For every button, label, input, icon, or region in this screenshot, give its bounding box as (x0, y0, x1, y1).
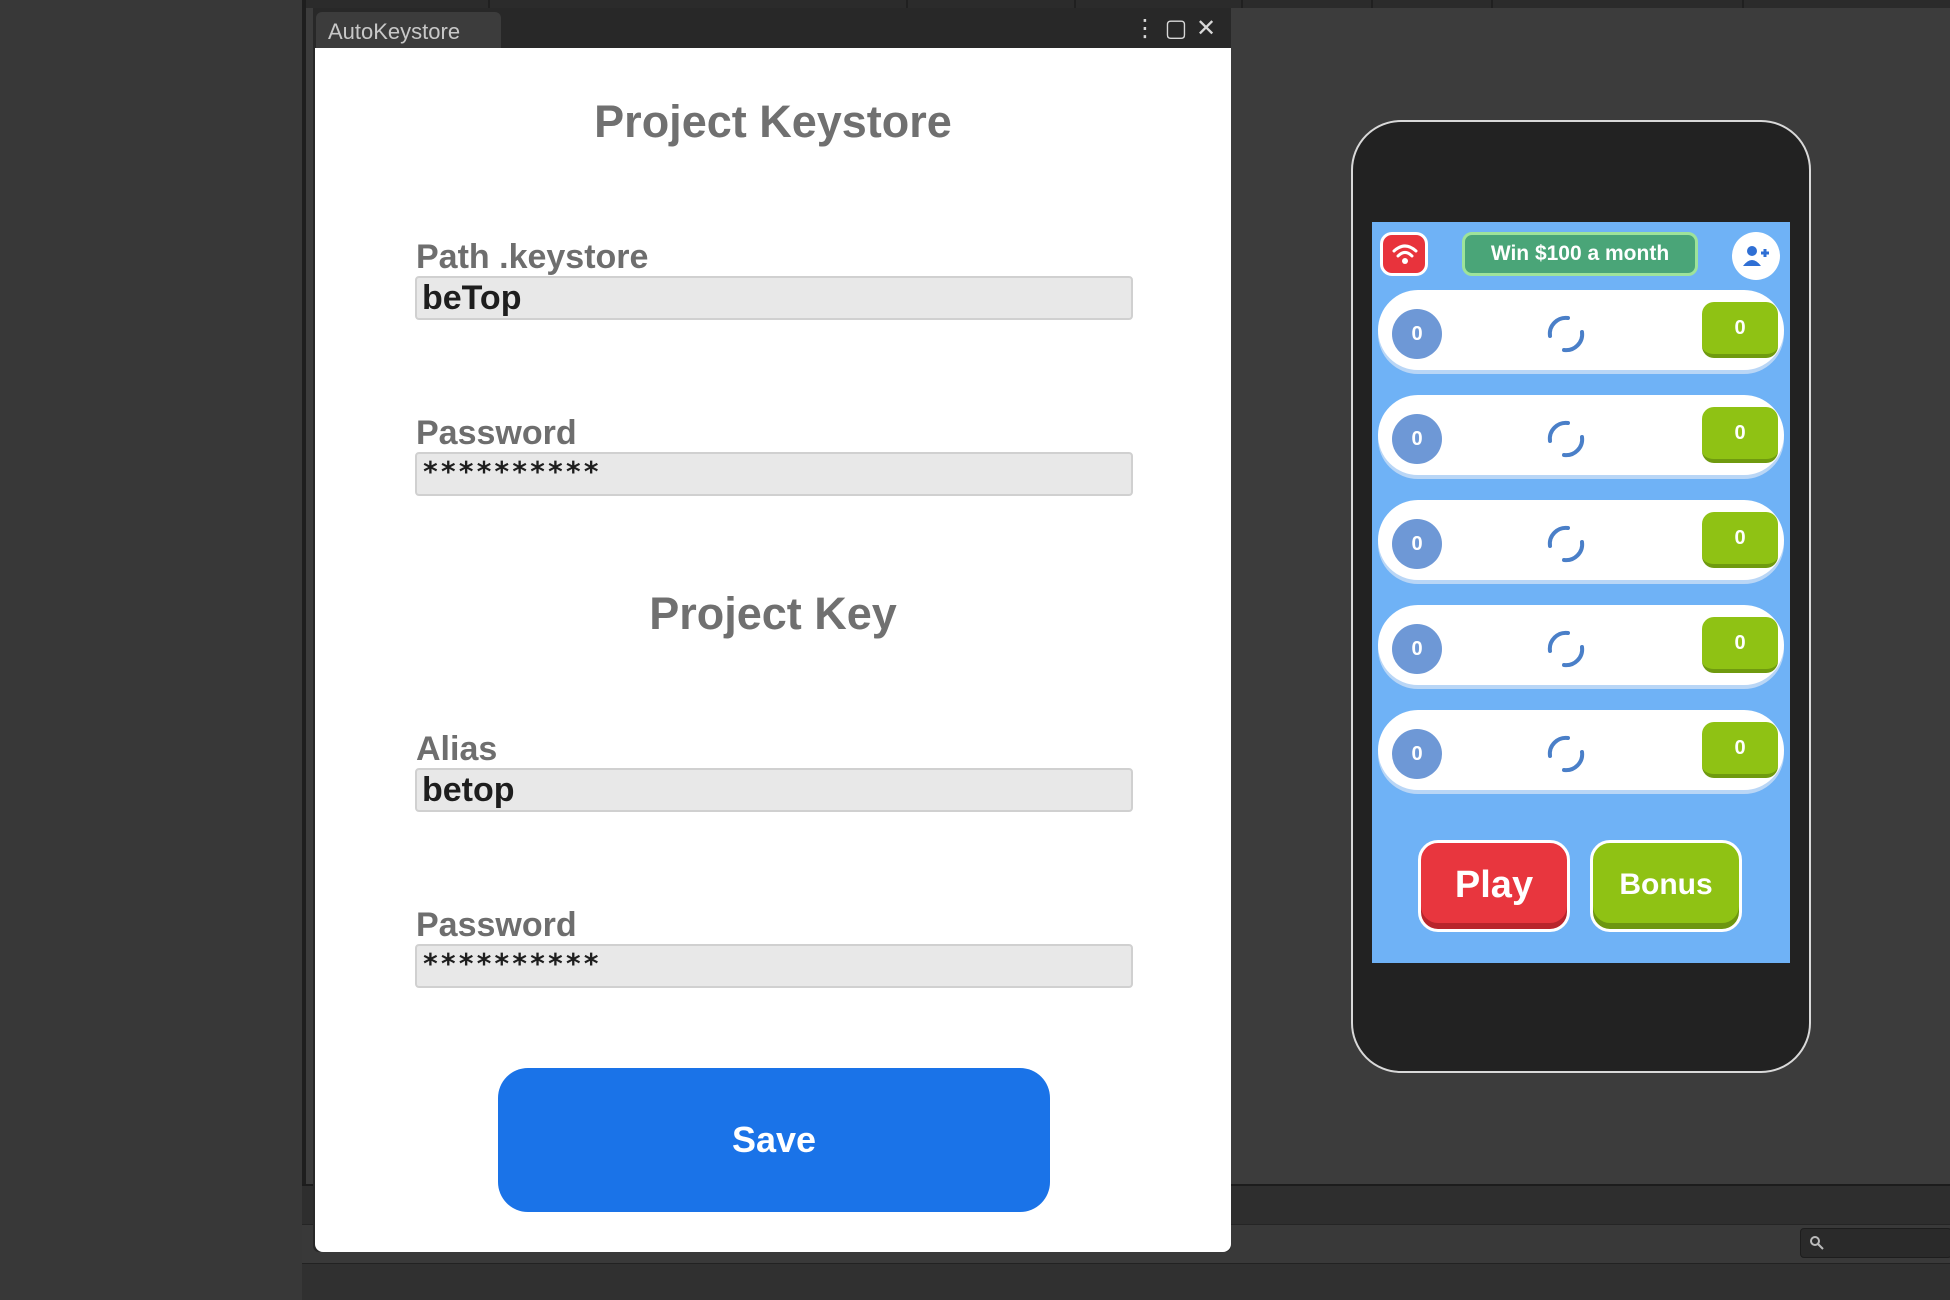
list-item: 0 0 (1378, 605, 1784, 685)
keystore-password-input[interactable]: ********** (415, 452, 1133, 496)
loading-spinner-icon (1547, 630, 1585, 668)
search-icon (1810, 1236, 1824, 1250)
list-item: 0 0 (1378, 395, 1784, 475)
left-count-badge: 0 (1392, 624, 1442, 674)
loading-spinner-icon (1547, 525, 1585, 563)
bonus-button[interactable]: Bonus (1590, 840, 1742, 932)
menu-dots-icon[interactable]: ⋮ (1133, 16, 1157, 42)
list-item: 0 0 (1378, 500, 1784, 580)
window-content: Project Keystore Path .keystore beTop Pa… (315, 48, 1231, 1252)
save-button[interactable]: Save (498, 1068, 1050, 1212)
right-count-button[interactable]: 0 (1702, 512, 1778, 568)
window-tab[interactable]: AutoKeystore (316, 12, 501, 52)
list-item: 0 0 (1378, 710, 1784, 790)
left-count-badge: 0 (1392, 519, 1442, 569)
play-button[interactable]: Play (1418, 840, 1570, 932)
game-preview-screen[interactable]: Win $100 a month 0 0 0 0 0 0 0 0 0 0 Pla… (1372, 222, 1790, 963)
key-password-input[interactable]: ********** (415, 944, 1133, 988)
window-tabbar: AutoKeystore ⋮ ▢ ✕ (313, 8, 1231, 52)
wifi-button[interactable] (1380, 232, 1428, 276)
promo-banner: Win $100 a month (1462, 232, 1698, 276)
left-count-badge: 0 (1392, 414, 1442, 464)
close-icon[interactable]: ✕ (1193, 16, 1219, 42)
right-count-button[interactable]: 0 (1702, 302, 1778, 358)
loading-spinner-icon (1547, 735, 1585, 773)
left-panel (0, 0, 306, 1300)
list-item: 0 0 (1378, 290, 1784, 370)
add-user-icon (1743, 246, 1769, 266)
left-count-badge: 0 (1392, 729, 1442, 779)
keystore-path-input[interactable]: beTop (415, 276, 1133, 320)
loading-spinner-icon (1547, 420, 1585, 458)
alias-label: Alias (416, 730, 498, 768)
key-password-label: Password (416, 906, 577, 944)
bottom-panel-content (302, 1264, 1950, 1300)
search-input[interactable] (1800, 1228, 1950, 1258)
add-friend-button[interactable] (1732, 232, 1780, 280)
key-section-title: Project Key (649, 588, 897, 639)
left-count-badge: 0 (1392, 309, 1442, 359)
keystore-section-title: Project Keystore (594, 96, 952, 147)
alias-input[interactable]: betop (415, 768, 1133, 812)
autokeystore-window: AutoKeystore ⋮ ▢ ✕ Project Keystore Path… (313, 8, 1231, 1252)
maximize-icon[interactable]: ▢ (1163, 16, 1189, 42)
keystore-password-label: Password (416, 414, 577, 452)
loading-spinner-icon (1547, 315, 1585, 353)
keystore-path-label: Path .keystore (416, 238, 649, 276)
right-count-button[interactable]: 0 (1702, 722, 1778, 778)
wifi-icon (1392, 244, 1418, 264)
right-count-button[interactable]: 0 (1702, 407, 1778, 463)
right-count-button[interactable]: 0 (1702, 617, 1778, 673)
top-toolbar-strip (306, 0, 1950, 8)
